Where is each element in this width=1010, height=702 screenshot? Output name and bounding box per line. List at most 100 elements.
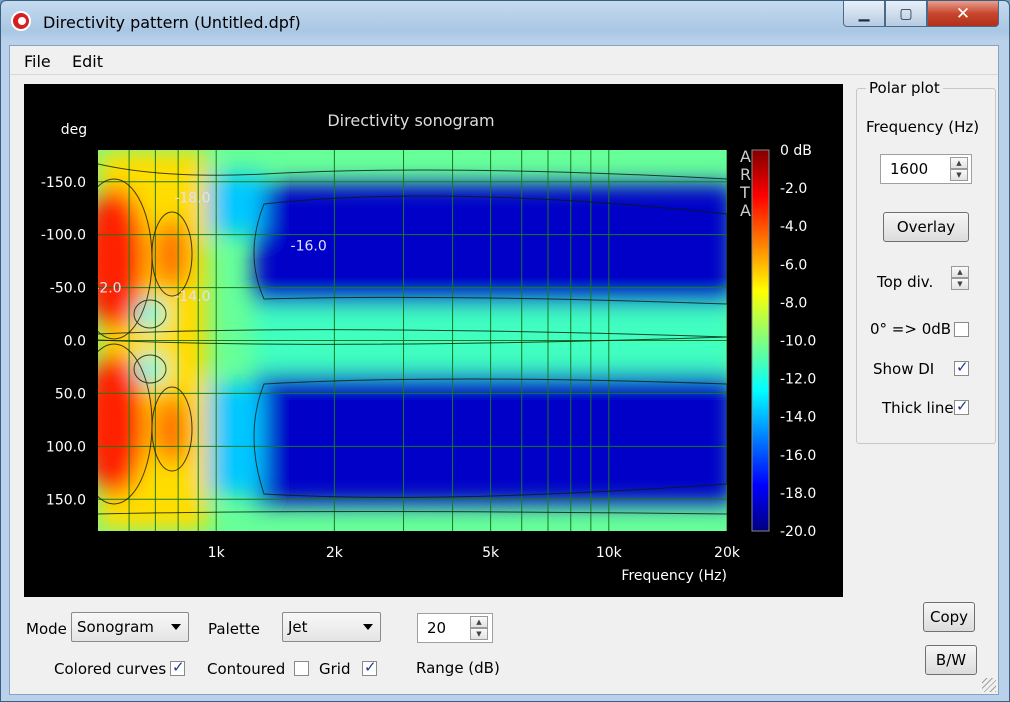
overlay-button[interactable]: Overlay [883, 212, 969, 242]
minimize-button[interactable]: ▁ [843, 1, 885, 27]
y-tick-label: 50.0 [55, 386, 86, 402]
x-tick-labels: 1k 2k 5k 10k 20k [208, 545, 741, 561]
minimize-icon: ▁ [858, 5, 870, 22]
copy-button[interactable]: Copy [923, 602, 975, 632]
show-di-label: Show DI [873, 360, 935, 378]
app-logo-icon [11, 11, 31, 31]
range-label: Range (dB) [416, 659, 500, 677]
colored-curves-label: Colored curves [54, 660, 167, 678]
watermark-letter: A [740, 147, 751, 166]
chart-title: Directivity sonogram [327, 111, 494, 130]
y-tick-label: 100.0 [46, 439, 86, 455]
hot-spot-lower [98, 352, 146, 496]
null-spot-lower [136, 355, 164, 383]
x-tick-label: 20k [714, 545, 741, 561]
maximize-icon: ▢ [899, 5, 913, 22]
polar-plot-group-label: Polar plot [866, 79, 943, 97]
spin-up-icon[interactable]: ▲ [470, 616, 488, 628]
polar-plot-group [856, 88, 996, 444]
grid-checkbox[interactable] [362, 658, 377, 676]
y-tick-label: -150.0 [41, 175, 86, 191]
zero-db-checkbox[interactable] [954, 322, 969, 337]
app-window: Directivity pattern (Untitled.dpf) ▁ ▢ ✕… [0, 0, 1010, 702]
y-tick-label: -50.0 [50, 281, 86, 297]
frequency-value: 1600 [890, 160, 929, 178]
window-title: Directivity pattern (Untitled.dpf) [43, 13, 301, 32]
top-div-label: Top div. [877, 273, 934, 291]
colorbar-tick-label: -12.0 [780, 372, 816, 388]
frequency-spinner[interactable]: ▲ ▼ [950, 157, 968, 181]
close-icon: ✕ [955, 3, 971, 24]
color-bar [751, 149, 770, 532]
x-axis-label: Frequency (Hz) [621, 568, 727, 584]
arta-watermark: ARTA [739, 147, 751, 220]
contoured-label: Contoured [207, 660, 286, 678]
maximize-button[interactable]: ▢ [885, 1, 927, 27]
top-div-spinner[interactable]: ▲ ▼ [951, 266, 969, 290]
watermark-letter: T [739, 183, 750, 202]
colorbar-tick-label: -20.0 [780, 524, 816, 540]
x-tick-label: 1k [208, 545, 226, 561]
low-level-region-lower [254, 364, 727, 504]
y-tick-label: -100.0 [41, 228, 86, 244]
spin-up-icon[interactable]: ▲ [951, 266, 969, 278]
grid-label: Grid [319, 660, 351, 678]
chevron-down-icon [363, 624, 373, 630]
zero-db-label: 0° => 0dB [870, 320, 952, 338]
spin-up-icon[interactable]: ▲ [950, 157, 968, 169]
client-area: File Edit Directivity sonogram deg -18.0… [9, 45, 999, 695]
contour-label: -2.0 [94, 281, 121, 297]
title-bar[interactable]: Directivity pattern (Untitled.dpf) ▁ ▢ ✕ [1, 1, 1009, 45]
contour-label: -16.0 [291, 238, 327, 254]
x-tick-label: 2k [326, 545, 344, 561]
colorbar-tick-label: -2.0 [780, 181, 807, 197]
y-tick-labels: -150.0 -100.0 -50.0 0.0 50.0 100.0 150.0 [41, 175, 86, 509]
warm-spot-lower [156, 393, 188, 465]
frequency-label: Frequency (Hz) [866, 118, 980, 136]
sonogram-plot[interactable]: Directivity sonogram deg -18.0 -16.0 -14… [24, 84, 843, 597]
spin-down-icon[interactable]: ▼ [950, 169, 968, 181]
mode-select[interactable]: Sonogram [71, 612, 189, 642]
thick-line-checkbox[interactable] [954, 397, 969, 415]
colorbar-tick-label: -14.0 [780, 410, 816, 426]
menu-edit[interactable]: Edit [72, 52, 103, 71]
colorbar-tick-labels: 0 dB -2.0 -4.0 -6.0 -8.0 -10.0 -12.0 -14.0 -16.0… [780, 143, 816, 540]
mode-label: Mode [26, 620, 67, 638]
colored-curves-checkbox[interactable] [170, 658, 185, 676]
contour-label: -18.0 [174, 191, 210, 207]
x-tick-label: 10k [596, 545, 623, 561]
spin-down-icon[interactable]: ▼ [470, 628, 488, 640]
bw-button[interactable]: B/W [925, 645, 977, 675]
close-button[interactable]: ✕ [927, 1, 999, 27]
watermark-letter: R [740, 165, 751, 184]
y-axis-label: deg [61, 122, 87, 138]
colorbar-tick-label: -10.0 [780, 334, 816, 350]
menu-bar: File Edit [10, 46, 998, 75]
y-tick-label: 0.0 [64, 334, 86, 350]
hot-spot-upper [98, 187, 146, 331]
low-level-edge-lower [204, 384, 264, 494]
colorbar-tick-label: 0 dB [780, 143, 812, 159]
spin-down-icon[interactable]: ▼ [951, 278, 969, 290]
mode-value: Sonogram [77, 618, 154, 636]
contoured-checkbox[interactable] [294, 661, 309, 676]
palette-value: Jet [288, 618, 308, 636]
watermark-letter: A [740, 201, 751, 220]
resize-grip-icon[interactable] [982, 678, 996, 692]
sonogram-svg: Directivity sonogram deg -18.0-16.0-14.0… [41, 111, 816, 584]
low-level-edge-upper [204, 174, 264, 234]
colorbar-tick-label: -18.0 [780, 486, 816, 502]
warm-spot-upper [156, 218, 188, 290]
heatmap-area: -18.0 -16.0 -14.0 -2.0 [94, 150, 727, 531]
colorbar-tick-label: -16.0 [780, 448, 816, 464]
palette-label: Palette [208, 620, 260, 638]
colorbar-tick-label: -4.0 [780, 219, 807, 235]
show-di-checkbox[interactable] [954, 358, 969, 376]
range-value: 20 [427, 619, 447, 637]
range-spinner[interactable]: ▲ ▼ [470, 616, 488, 640]
palette-select[interactable]: Jet [282, 612, 381, 642]
colorbar-tick-label: -8.0 [780, 295, 807, 311]
contour-label: -14.0 [174, 289, 210, 305]
x-tick-label: 5k [482, 545, 500, 561]
menu-file[interactable]: File [24, 52, 51, 71]
